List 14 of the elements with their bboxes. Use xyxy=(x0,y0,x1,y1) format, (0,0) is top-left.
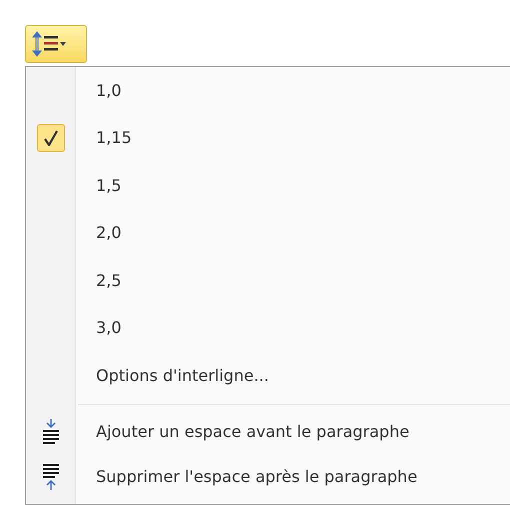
line-spacing-button[interactable] xyxy=(25,25,87,63)
menu-item[interactable]: 1,5 xyxy=(26,162,510,210)
menu-item[interactable]: 3,0 xyxy=(26,304,510,352)
menu-item[interactable]: 1,15 xyxy=(26,114,510,162)
menu-item[interactable]: Supprimer l'espace après le paragraphe xyxy=(26,454,510,500)
line-spacing-icon xyxy=(32,31,66,57)
menu-item[interactable]: Ajouter un espace avant le paragraphe xyxy=(26,410,510,454)
checkmark-icon xyxy=(44,130,58,146)
add-space-before-icon xyxy=(43,419,59,445)
menu-item[interactable]: Options d'interligne... xyxy=(26,352,510,400)
menu-item[interactable]: 2,0 xyxy=(26,210,510,257)
menu-item[interactable]: 1,0 xyxy=(26,67,510,114)
remove-space-after-icon xyxy=(43,464,59,490)
menu-item[interactable]: 2,5 xyxy=(26,257,510,304)
